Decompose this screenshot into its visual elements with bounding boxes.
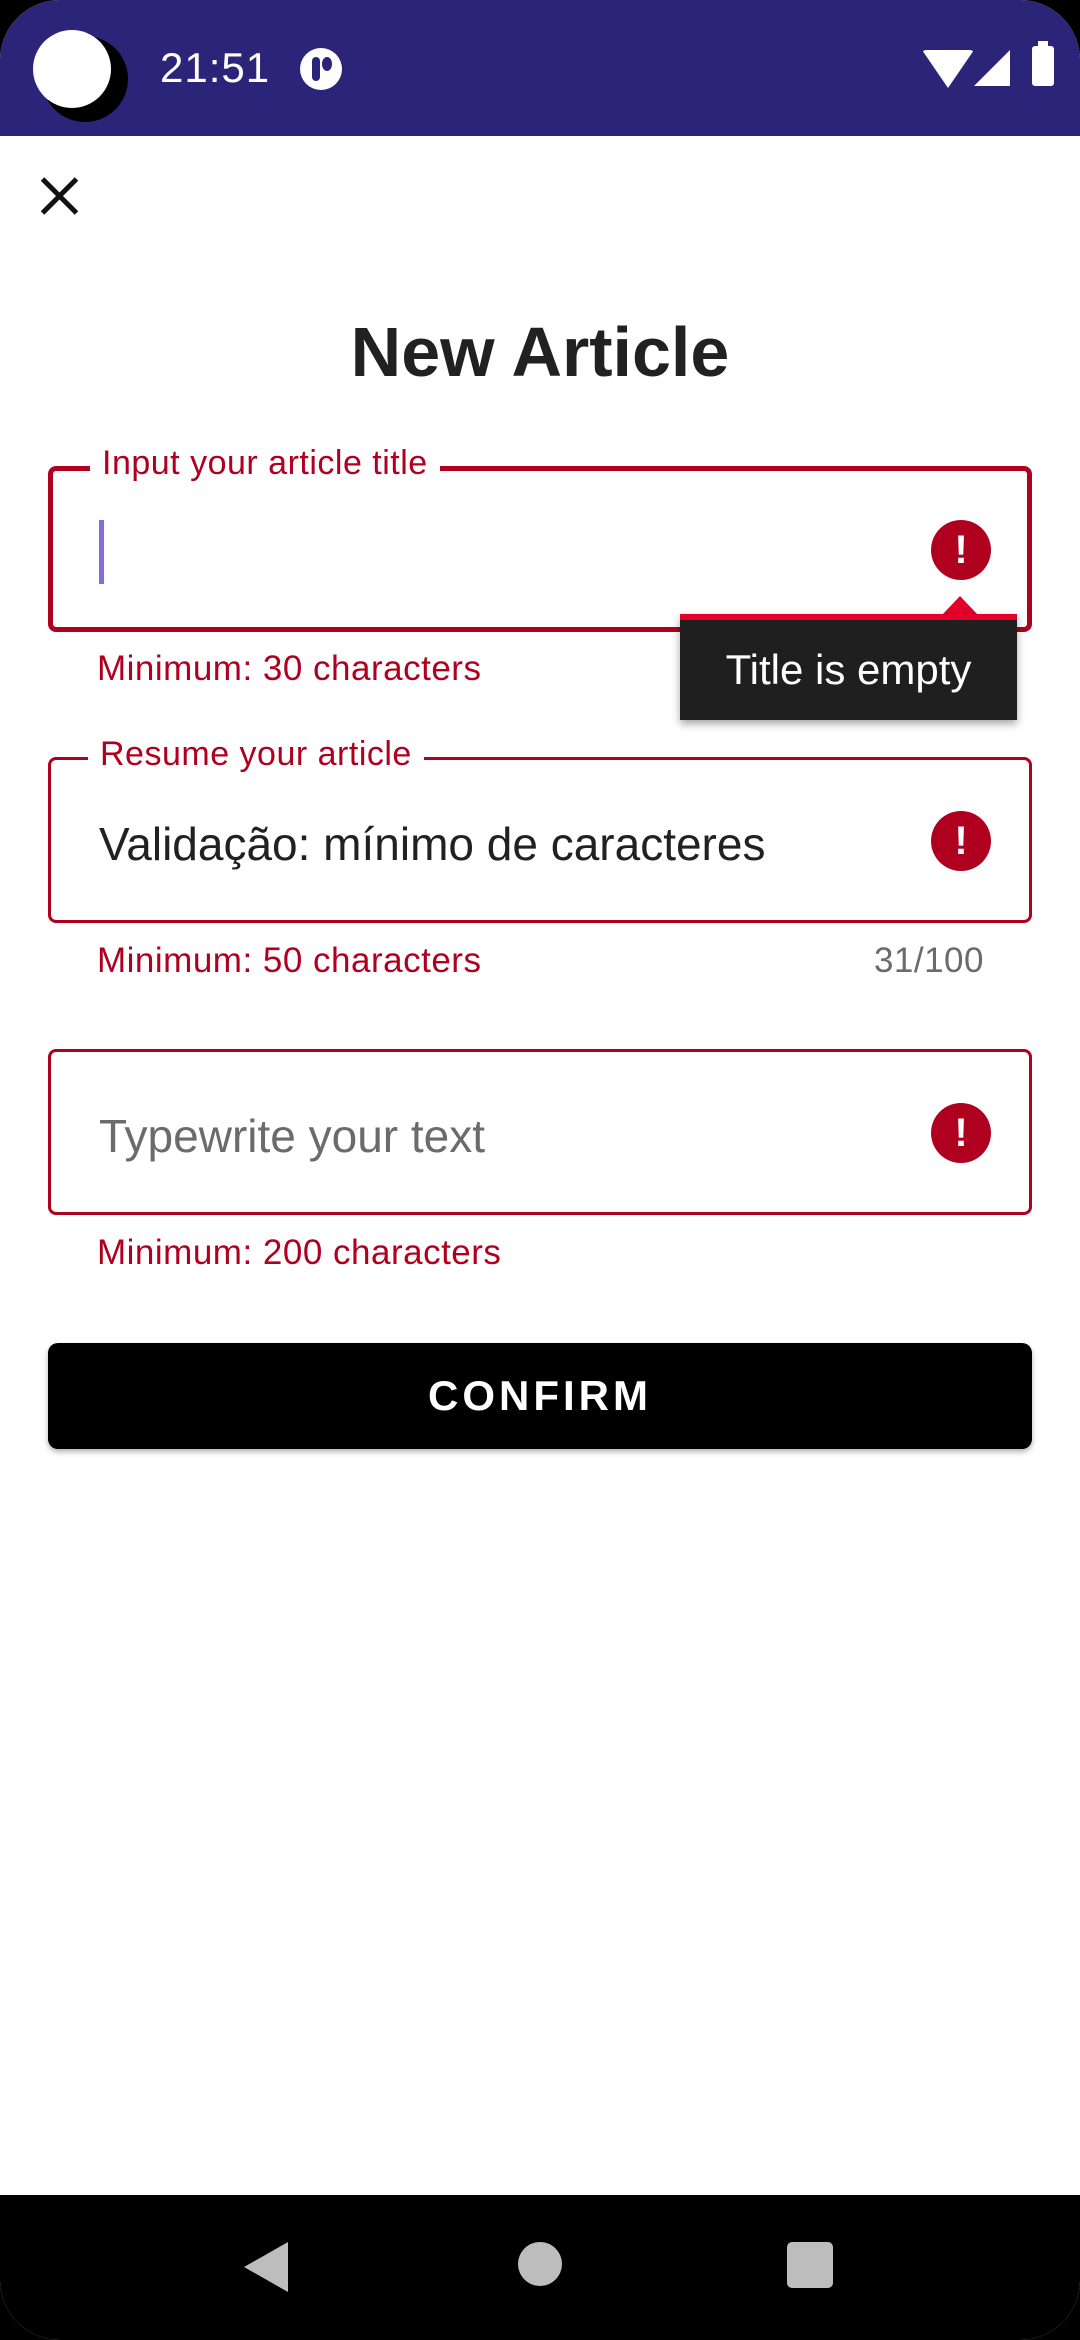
page-title: New Article xyxy=(350,313,730,391)
recents-icon[interactable] xyxy=(787,2242,833,2288)
battery-icon xyxy=(1032,41,1054,86)
article-title-field[interactable]: Input your article title ! xyxy=(48,444,1032,632)
error-tooltip: Title is empty xyxy=(680,614,1017,720)
article-text-helper: Minimum: 200 characters xyxy=(97,1233,502,1272)
error-icon[interactable]: ! xyxy=(931,811,991,871)
text-cursor xyxy=(99,520,104,584)
error-icon[interactable]: ! xyxy=(931,520,991,580)
back-icon[interactable] xyxy=(244,2242,288,2292)
wifi-icon xyxy=(922,50,974,88)
signal-icon xyxy=(974,50,1010,86)
navigation-bar xyxy=(0,2195,1080,2340)
article-resume-label: Resume your article xyxy=(88,735,424,774)
camera-dot xyxy=(33,30,111,108)
status-bar: 21:51 xyxy=(0,0,1080,136)
article-resume-field[interactable]: Resume your article Validação: mínimo de… xyxy=(48,735,1032,923)
article-title-label: Input your article title xyxy=(90,444,440,483)
close-icon[interactable] xyxy=(30,166,90,226)
app-screen: 21:51 New Article Input your article tit… xyxy=(0,0,1080,2340)
notification-icon xyxy=(300,48,342,90)
status-time: 21:51 xyxy=(160,44,271,91)
home-icon[interactable] xyxy=(518,2242,562,2286)
article-text-field[interactable]: Typewrite your text ! xyxy=(48,1049,1032,1215)
tooltip-arrow xyxy=(943,596,977,614)
error-icon[interactable]: ! xyxy=(931,1103,991,1163)
article-resume-input[interactable]: Validação: mínimo de caracteres xyxy=(99,817,765,871)
article-resume-counter: 31/100 xyxy=(873,941,984,980)
article-text-input[interactable]: Typewrite your text xyxy=(99,1109,485,1163)
article-title-helper: Minimum: 30 characters xyxy=(97,649,482,688)
article-resume-helper: Minimum: 50 characters xyxy=(97,941,482,980)
confirm-button[interactable]: CONFIRM xyxy=(48,1343,1032,1449)
